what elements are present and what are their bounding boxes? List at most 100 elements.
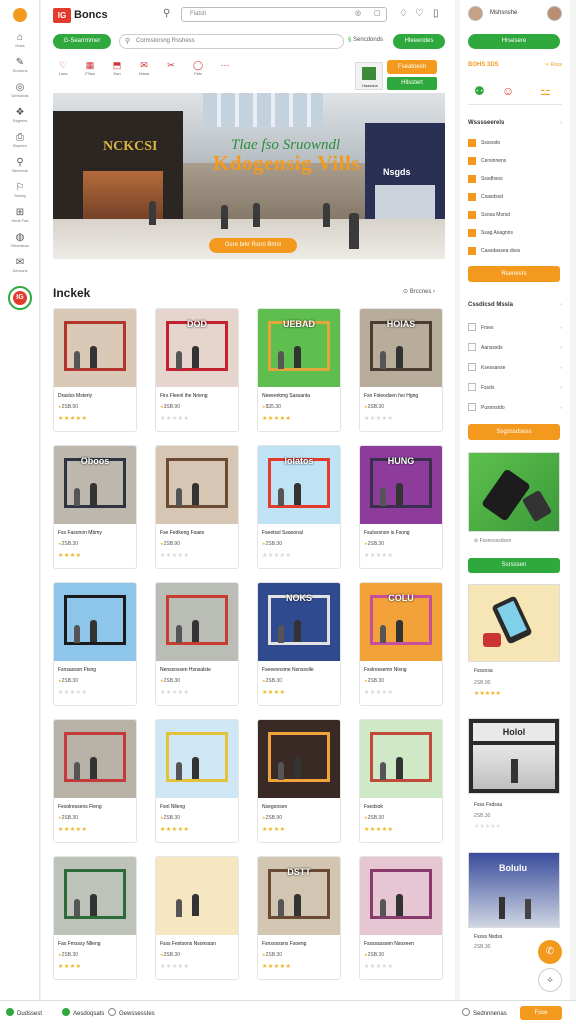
footer-link-1[interactable]: Dudssest (6, 1008, 42, 1017)
app-logo-icon[interactable] (13, 8, 27, 22)
filter-item[interactable]: Ksessanse › (468, 358, 562, 378)
primary-action-button[interactable]: Hleeendes (393, 34, 445, 49)
quick-icon-3[interactable]: ✉ Hrsos (134, 60, 154, 77)
product-image[interactable] (468, 584, 560, 662)
promo-button-2[interactable]: Hllsstert (387, 77, 437, 90)
category-item[interactable]: Cersinnens (468, 152, 562, 170)
avatar-secondary[interactable] (547, 6, 562, 21)
heart-icon[interactable]: ♡ (415, 8, 424, 19)
rail-item-7[interactable]: ⊞ Hsds Fae (4, 207, 36, 229)
product-card[interactable]: COLU Fsslressemn Nlsng 2SB.30 ★★★★★ (359, 582, 443, 706)
filter-item[interactable]: Pusnnstdo › (468, 398, 562, 418)
footer-link-4[interactable]: Sednnnenas (462, 1008, 507, 1017)
apply-categories-button[interactable]: Rsenesrs (468, 266, 560, 282)
promo-badge[interactable]: IG (8, 286, 32, 310)
filter-item[interactable]: Fssds › (468, 378, 562, 398)
rail-item-1[interactable]: ✎ Srooons (4, 57, 36, 79)
filter-checkbox[interactable] (468, 343, 476, 351)
filter-apply-button[interactable]: Ssgsssdsess (468, 424, 560, 440)
filter-toggle[interactable]: § Sencdonds (348, 37, 383, 43)
product-card[interactable]: Fsnsasson Ftsng 2SB.30 ★★★★★ (53, 582, 137, 706)
tab-face-icon[interactable]: ☺ (502, 84, 514, 98)
product-card[interactable]: lolatos Fseetssl Ssaoonal 2SB.30 ★★★★★ (257, 445, 341, 569)
mic-icon[interactable]: ▢ (374, 9, 381, 17)
categories-header[interactable]: Wsssseerels › (468, 120, 562, 126)
right-top-button[interactable]: Hrsesere (468, 34, 560, 49)
quick-icon-5[interactable]: ◯ Fsle (188, 60, 208, 77)
product-card[interactable]: Nsegonsen 2SB.90 ★★★★ (257, 719, 341, 843)
right-green-button[interactable]: Ssrsssen (468, 558, 560, 573)
product-card[interactable]: Fsss Festsons Nsonssan 2SB.30 ★★★★★ (155, 856, 239, 980)
hero-cta-button[interactable]: Gsre brkr Rsnn Bmst (209, 238, 297, 253)
category-checkbox[interactable] (468, 211, 476, 219)
brand[interactable]: IG Boncs (53, 7, 108, 23)
category-checkbox[interactable] (468, 139, 476, 147)
rail-item-2[interactable]: ◎ Dersoods (4, 82, 36, 104)
brand-tile[interactable]: Haasane (355, 62, 383, 90)
filter-checkbox[interactable] (468, 383, 476, 391)
product-card[interactable]: NOKS Fseeesnsme Nsnssolle 2SB.30 ★★★★ (257, 582, 341, 706)
category-checkbox[interactable] (468, 157, 476, 165)
product-card[interactable]: HUNG Fsulsssnon is Fsong 2SB.30 ★★★★★ (359, 445, 443, 569)
product-card[interactable]: Nenssossen Hsnsalste 2SB.30 ★★★★★ (155, 582, 239, 706)
product-card[interactable]: Draslss Msteriy 2SB.90 ★★★★★ (53, 308, 137, 432)
camera-icon[interactable]: ◎ (355, 9, 361, 17)
rail-item-3[interactable]: ❖ Ssgeers (4, 107, 36, 129)
menu-icon[interactable]: ▯ (433, 8, 439, 19)
category-item[interactable]: Sssdhsos (468, 170, 562, 188)
rail-item-5[interactable]: ⚲ Beeceds (4, 157, 36, 179)
quick-icon-2[interactable]: ⬒ Dsn (107, 60, 127, 77)
category-checkbox[interactable] (468, 247, 476, 255)
category-item[interactable]: Ssssodo (468, 134, 562, 152)
filter-item[interactable]: Frses › (468, 318, 562, 338)
help-fab-icon[interactable]: ✧ (538, 968, 562, 992)
product-card[interactable]: Fsnl Nlleng 2SB.30 ★★★★★ (155, 719, 239, 843)
tab-stack-icon[interactable]: ⚍ (540, 84, 551, 98)
phone-promo-image[interactable] (468, 452, 560, 532)
secondary-search-input[interactable]: ⚲ Cormsiorsng Rsshess (119, 34, 344, 49)
quick-icon-6[interactable]: ⋯ (215, 60, 235, 71)
category-checkbox[interactable] (468, 193, 476, 201)
tab-person-icon[interactable]: ⚉ (474, 84, 485, 98)
product-card[interactable]: DOD Firs Fleenl ihe Nneng 3SB.90 ★★★★★ (155, 308, 239, 432)
product-card[interactable]: DSTT Fsnsosssns Fsoeng 2SB.30 ★★★★★ (257, 856, 341, 980)
right-section-action[interactable]: ✂ Ross (545, 62, 562, 68)
filters-header[interactable]: Cssdicsd Mssla › (468, 302, 562, 308)
product-card[interactable]: Fsedsok 2SB.30 ★★★★★ (359, 719, 443, 843)
rail-item-9[interactable]: ✉ Deroons (4, 257, 36, 279)
product-card[interactable]: Fssssasssen Nsoseen 2SB.30 ★★★★★ (359, 856, 443, 980)
quick-icon-1[interactable]: ▦ F'Nss (80, 60, 100, 77)
product-image[interactable]: Bolulu (468, 852, 560, 928)
rail-item-8[interactable]: ◍ Resrsless (4, 232, 36, 254)
category-checkbox[interactable] (468, 229, 476, 237)
chat-fab-icon[interactable]: ✆ (538, 940, 562, 964)
filter-item[interactable]: Aansssds › (468, 338, 562, 358)
promo-button-1[interactable]: Fseatoesh (387, 60, 437, 74)
footer-link-2[interactable]: Aesdoqsats (62, 1008, 104, 1017)
category-button[interactable]: G-Searrmmer (53, 34, 111, 49)
rail-item-6[interactable]: ⚐ Ssnsly (4, 182, 36, 204)
product-card[interactable]: Oboos Fss Fasonon Mbmy 2SB.30 ★★★★ (53, 445, 137, 569)
category-item[interactable]: Ssosa Msrsd (468, 206, 562, 224)
hero-banner[interactable]: NCKCSI Nsgds Tlae fso Sruowndl Kdogensig… (53, 93, 445, 259)
filter-checkbox[interactable] (468, 323, 476, 331)
product-image[interactable]: Holol (468, 718, 560, 794)
filter-checkbox[interactable] (468, 363, 476, 371)
search-icon[interactable]: ⚲ (163, 8, 170, 19)
category-checkbox[interactable] (468, 175, 476, 183)
footer-link-3[interactable]: Gewssesstes (108, 1008, 155, 1017)
quick-icon-4[interactable]: ✂ (161, 60, 181, 71)
product-card[interactable]: HOIAS Fsn Fsleodsen fso Hgng 2SB.30 ★★★★★ (359, 308, 443, 432)
rail-item-0[interactable]: ⌂ Hoes (4, 32, 36, 54)
quick-icon-0[interactable]: ♡ Loes (53, 60, 73, 77)
product-card[interactable]: Fesolressens Fleng 2SB.30 ★★★★★ (53, 719, 137, 843)
filter-checkbox[interactable] (468, 403, 476, 411)
product-card[interactable]: Fas Fmsssy Nlleng 2SB.30 ★★★★ (53, 856, 137, 980)
section-more-link[interactable]: ⊙ Brccnes › (403, 288, 435, 295)
user-profile[interactable]: Mshsnshe (468, 6, 562, 24)
category-item[interactable]: Ssag Asagnns (468, 224, 562, 242)
category-item[interactable]: Cassdassea dsss (468, 242, 562, 260)
product-card[interactable]: Fse Fedkeng Fsaes 2SB.90 ★★★★★ (155, 445, 239, 569)
product-card[interactable]: UEBAD Neeeerkmg Sassanta $35.30 ★★★★★ (257, 308, 341, 432)
bell-icon[interactable]: ♢ (399, 8, 408, 19)
